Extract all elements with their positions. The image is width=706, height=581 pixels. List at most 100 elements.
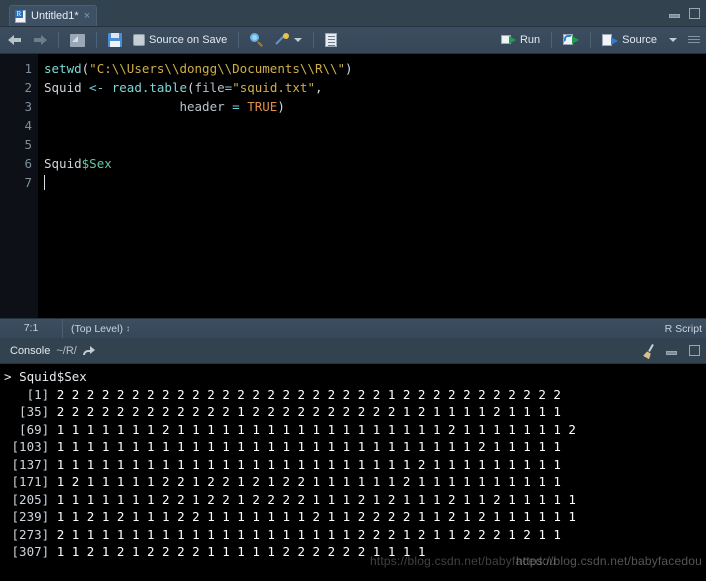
scope-updown-icon: ↕ [125, 323, 130, 333]
run-button[interactable]: Run [497, 32, 544, 48]
toolbar-separator [551, 32, 553, 48]
line-number: 6 [24, 156, 32, 171]
open-working-dir-icon[interactable] [82, 345, 95, 356]
forward-arrow-icon [33, 34, 47, 46]
rerun-icon [563, 34, 580, 46]
source-on-save-label: Source on Save [149, 34, 228, 46]
run-icon [500, 34, 516, 46]
console-working-dir[interactable]: ~/R/ [56, 345, 76, 357]
source-button[interactable]: Source [598, 32, 661, 48]
console-row-index: [239] [4, 509, 57, 524]
console-row-index: [273] [4, 526, 57, 542]
source-toolbar-right: Run Source [497, 32, 704, 48]
console-row-values: 1 2 1 1 1 1 1 2 2 1 2 2 1 2 1 2 2 1 1 1 … [56, 474, 561, 489]
code-token: "C:\\Users\\dongg\\Documents\\R\\" [89, 61, 346, 76]
back-button[interactable] [4, 32, 26, 48]
console-row-values: 1 1 1 1 1 1 1 1 1 1 1 1 1 1 1 1 1 1 1 1 … [56, 456, 561, 472]
console-row-index: [307] [4, 544, 57, 559]
hamburger-menu-icon [688, 34, 700, 46]
cursor-position: 7:1 [0, 319, 63, 338]
line-number: 3 [24, 99, 32, 114]
text-caret [44, 175, 45, 190]
checkbox-icon [133, 34, 145, 46]
console-output-row: [137] 1 1 1 1 1 1 1 1 1 1 1 1 1 1 1 1 1 … [4, 456, 706, 474]
code-token: TRUE [247, 99, 278, 114]
close-icon[interactable]: × [84, 10, 90, 22]
maximize-icon[interactable] [687, 344, 702, 357]
console-output-row: [171] 1 2 1 1 1 1 1 2 2 1 2 2 1 2 1 2 2 … [4, 473, 706, 491]
minimize-icon[interactable] [664, 345, 679, 357]
source-pane: Untitled1* × Source on Save [0, 0, 706, 338]
code-token: Squid [44, 80, 90, 95]
document-outline-button[interactable] [321, 31, 341, 49]
console-row-index: [35] [4, 404, 57, 419]
show-in-new-window-button[interactable] [66, 32, 89, 49]
toolbar-separator [58, 32, 59, 48]
source-on-save-toggle[interactable]: Source on Save [129, 32, 231, 48]
back-arrow-icon [8, 34, 22, 46]
code-token: ( [187, 80, 195, 95]
code-token: Squid [44, 156, 82, 171]
console-row-index: [103] [4, 439, 57, 454]
console-output-row: [69] 1 1 1 1 1 1 1 2 1 1 1 1 1 1 1 1 1 1… [4, 421, 706, 439]
console-output-row: [1] 2 2 2 2 2 2 2 2 2 2 2 2 2 2 2 2 2 2 … [4, 386, 706, 404]
console-row-values: 1 1 1 1 1 1 1 1 1 1 1 1 1 1 1 1 1 1 1 1 … [56, 439, 561, 454]
save-icon [108, 33, 122, 47]
console-row-values: 2 2 2 2 2 2 2 2 2 2 2 2 2 2 2 2 2 2 2 2 … [56, 386, 561, 402]
rerun-button[interactable] [559, 32, 583, 48]
line-number: 5 [24, 137, 32, 152]
console-row-values: 1 1 2 1 2 1 2 2 2 2 1 1 1 1 1 2 2 2 2 2 … [56, 544, 426, 559]
toolbar-separator [590, 32, 592, 48]
code-token: = [232, 99, 240, 114]
forward-button[interactable] [29, 32, 51, 48]
file-type-label: R Script [664, 322, 702, 335]
code-editor[interactable]: 1 2 3 4 5 6 7 setwd ("C:\\Users\\dongg\\Documen… [0, 54, 706, 318]
search-icon [250, 33, 264, 47]
chevron-down-icon [669, 38, 677, 42]
console-output-row: [205] 1 1 1 1 1 1 1 2 2 1 2 2 1 2 2 2 2 … [4, 491, 706, 509]
source-icon [602, 34, 619, 46]
editor-status-bar: 7:1 (Top Level) ↕ R Script [0, 318, 706, 338]
find-replace-button[interactable] [246, 31, 268, 49]
scope-selector[interactable]: (Top Level) ↕ [63, 323, 130, 335]
pane-menu-button[interactable] [684, 32, 704, 48]
minimize-icon[interactable] [667, 8, 682, 20]
console-header: Console ~/R/ [0, 338, 706, 364]
broom-clear-console-icon[interactable] [642, 344, 656, 358]
code-token: read.table [111, 80, 188, 95]
source-tab-label: Untitled1* [31, 10, 79, 22]
console-output-row: [35] 2 2 2 2 2 2 2 2 2 2 2 2 1 2 2 2 2 2… [4, 403, 706, 421]
magic-wand-icon [275, 33, 290, 47]
code-line: Squid$Sex [44, 154, 706, 173]
save-button[interactable] [104, 31, 126, 49]
console-row-index: [205] [4, 491, 57, 507]
console-output[interactable]: > Squid$Sex [1] 2 2 2 2 2 2 2 2 2 2 2 2 … [0, 364, 706, 581]
console-row-values: 1 1 1 1 1 1 1 2 2 1 2 2 1 2 2 2 2 1 1 1 … [56, 491, 576, 507]
code-tools-button[interactable] [271, 31, 306, 49]
maximize-icon[interactable] [687, 8, 702, 20]
code-token: Sex [89, 156, 112, 171]
toolbar-separator [238, 32, 240, 48]
toolbar-separator [96, 32, 97, 48]
line-number: 4 [24, 118, 32, 133]
console-row-values: 2 2 2 2 2 2 2 2 2 2 2 2 1 2 2 2 2 2 2 2 … [56, 404, 561, 419]
console-header-right [642, 344, 702, 358]
code-token: "squid.txt" [232, 80, 315, 95]
run-label: Run [519, 34, 541, 46]
line-number: 1 [24, 61, 32, 76]
line-number-gutter: 1 2 3 4 5 6 7 [0, 54, 38, 318]
console-pane: Console ~/R/ > Squid$Sex [1] 2 2 2 2 2 2… [0, 338, 706, 581]
source-options-dropdown[interactable] [664, 36, 681, 44]
source-button-label: Source [622, 34, 657, 46]
console-title[interactable]: Console [10, 345, 50, 357]
console-prompt: > [4, 369, 20, 384]
line-number: 7 [24, 175, 32, 190]
line-number: 2 [24, 80, 32, 95]
code-line: Squid <- read.table(file="squid.txt", [44, 78, 706, 97]
code-content[interactable]: setwd ("C:\\Users\\dongg\\Documents\\R\\"… [38, 54, 706, 318]
source-tab-untitled1[interactable]: Untitled1* × [9, 5, 98, 26]
